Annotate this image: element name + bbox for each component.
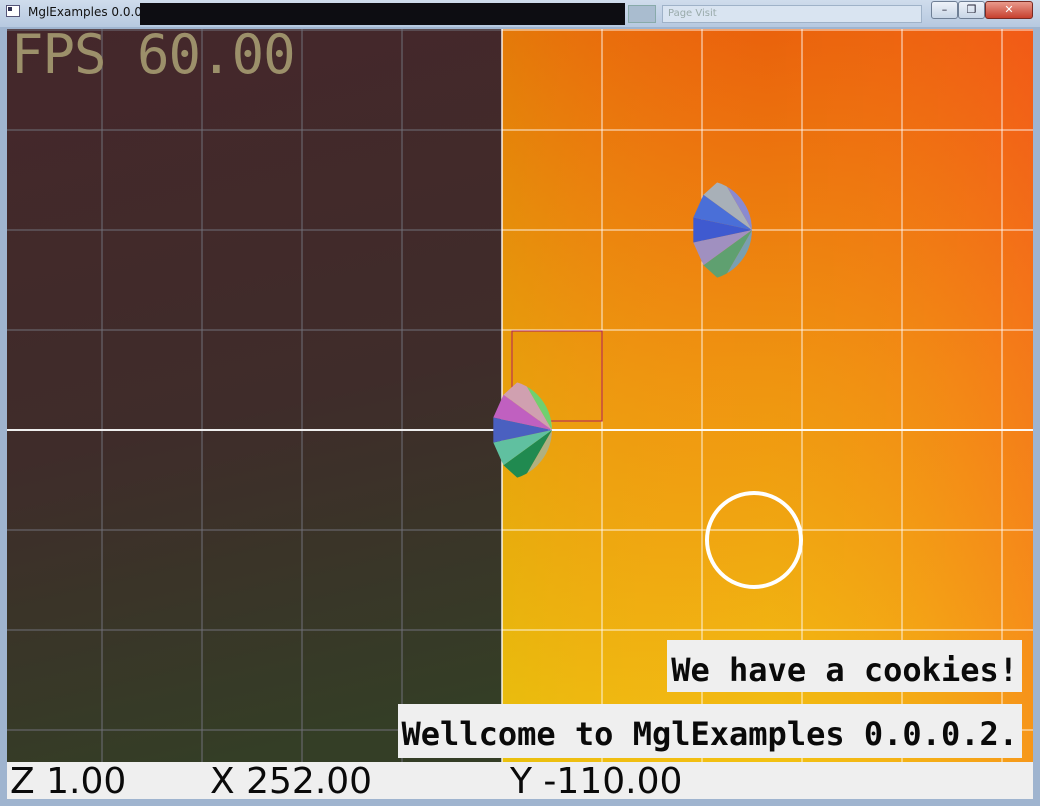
app-icon xyxy=(6,5,20,17)
fps-counter: FPS 60.00 xyxy=(11,29,296,86)
x-coordinate-readout: X 252.00 xyxy=(210,761,373,800)
welcome-message: Wellcome to MglExamples 0.0.0.2. xyxy=(397,704,1022,758)
coordinate-status-bar: Z 1.00 X 252.00 Y -110.00 xyxy=(7,762,1033,799)
minimize-button[interactable]: – xyxy=(931,1,958,19)
zoom-readout: Z 1.00 xyxy=(10,761,127,800)
app-window: MglExamples 0.0.0.2 Page Visit – ❐ ✕ FPS… xyxy=(0,0,1040,806)
y-coordinate-readout: Y -110.00 xyxy=(510,761,683,800)
close-button[interactable]: ✕ xyxy=(985,1,1033,19)
background-search-field: Page Visit xyxy=(662,5,922,23)
left-dark-panel xyxy=(7,29,502,799)
maximize-button[interactable]: ❐ xyxy=(958,1,985,19)
game-viewport[interactable]: FPS 60.00 We have a cookies! Wellcome to… xyxy=(7,29,1033,799)
cookies-message: We have a cookies! xyxy=(667,640,1022,692)
window-title: MglExamples 0.0.0.2 xyxy=(28,5,154,19)
title-bar[interactable]: MglExamples 0.0.0.2 Page Visit – ❐ ✕ xyxy=(0,0,1040,27)
background-window-button xyxy=(628,5,656,23)
background-window-strip xyxy=(140,3,625,25)
